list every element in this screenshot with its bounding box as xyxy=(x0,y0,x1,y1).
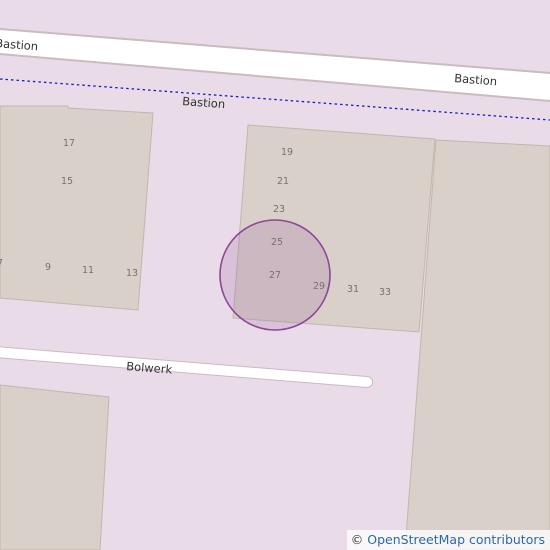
building-left xyxy=(0,105,154,311)
building-bottom-left xyxy=(0,384,110,550)
street-label-bastion-top: Bastion xyxy=(0,36,39,53)
house-number-21: 21 xyxy=(277,176,289,187)
map-canvas[interactable]: Bastion Bastion Bastion Bolwerk 7 9 11 1… xyxy=(0,0,550,550)
house-number-23: 23 xyxy=(273,204,285,215)
openstreetmap-contributors-link[interactable]: OpenStreetMap contributors xyxy=(367,532,545,547)
house-number-15: 15 xyxy=(61,176,73,187)
house-number-9: 9 xyxy=(45,262,51,273)
house-number-17: 17 xyxy=(63,138,75,149)
location-marker-circle[interactable] xyxy=(219,219,331,331)
map-attribution: © OpenStreetMap contributors xyxy=(346,530,550,550)
house-number-11: 11 xyxy=(82,265,94,276)
house-number-33: 33 xyxy=(379,287,391,298)
house-number-19: 19 xyxy=(281,147,293,158)
house-number-13: 13 xyxy=(126,268,138,279)
house-number-7: 7 xyxy=(0,258,3,269)
house-number-31: 31 xyxy=(347,284,359,295)
copyright-symbol: © xyxy=(350,532,364,547)
